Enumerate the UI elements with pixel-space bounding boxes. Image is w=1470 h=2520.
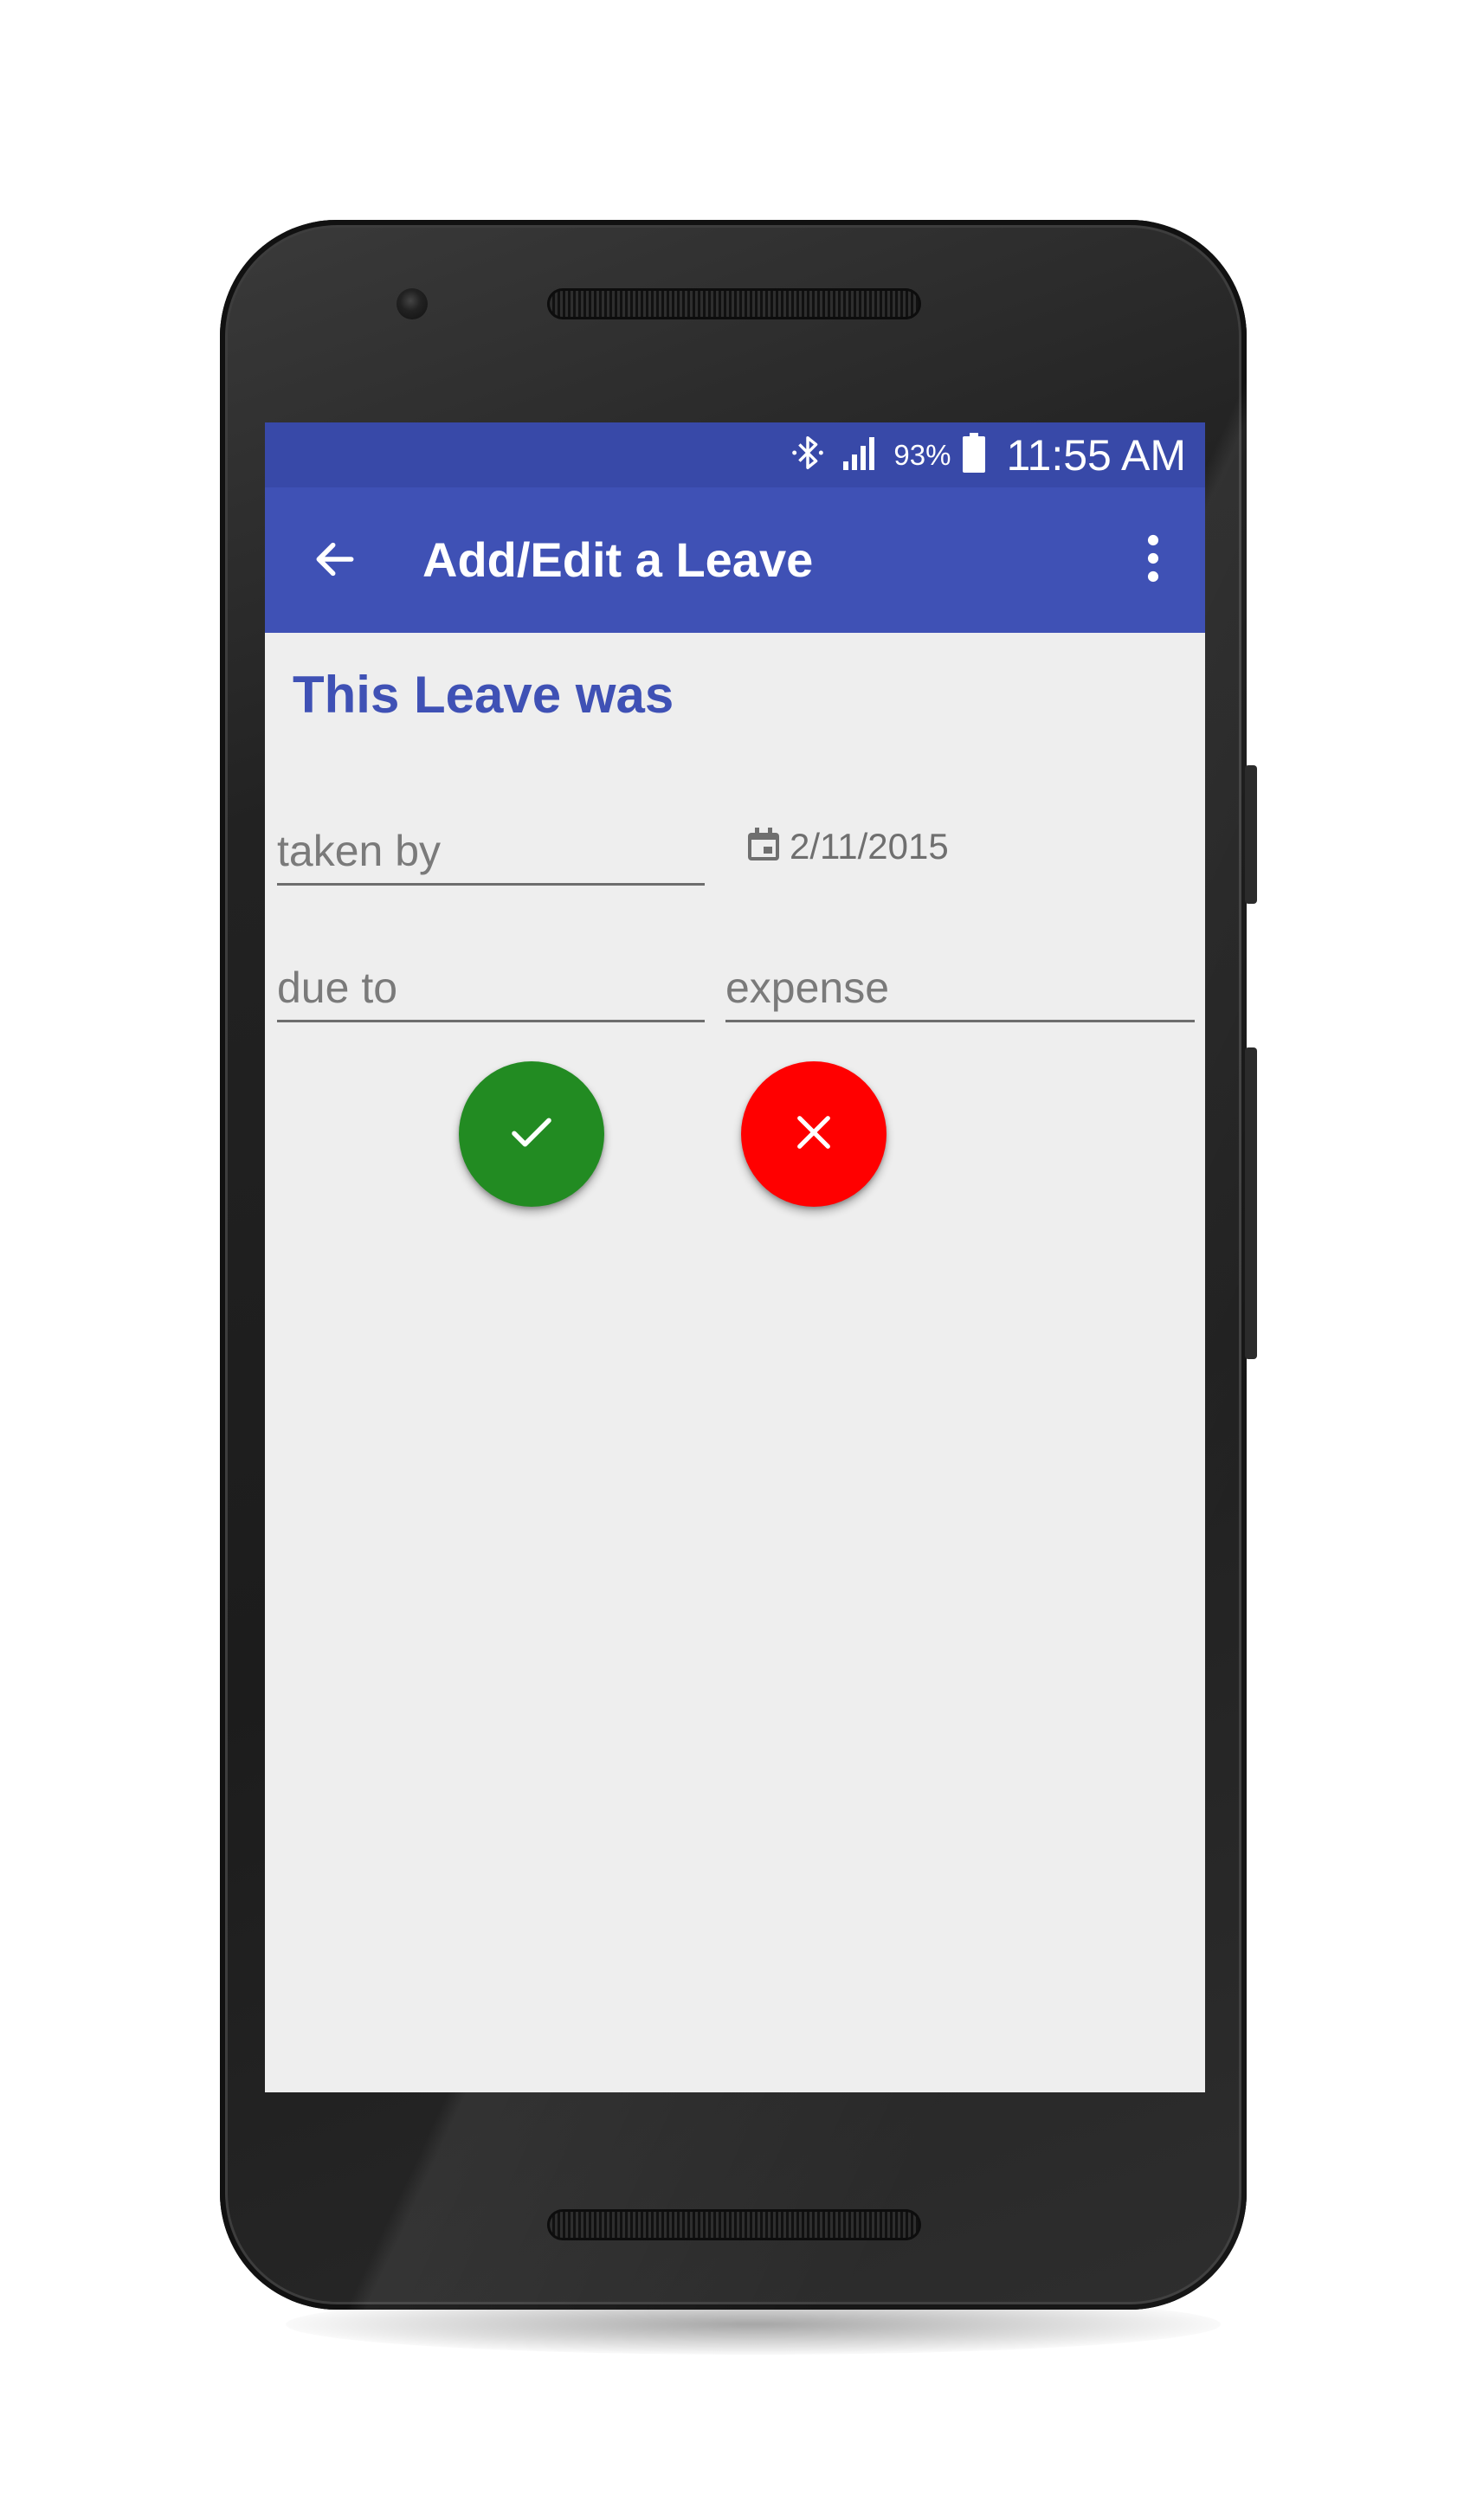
expense-input[interactable]: expense xyxy=(725,963,889,1013)
more-vert-icon xyxy=(1146,534,1160,587)
arrow-back-icon xyxy=(311,535,359,588)
cancel-button[interactable] xyxy=(741,1061,887,1207)
form-heading: This Leave was xyxy=(293,666,674,724)
status-icons: 93% 11:55 AM xyxy=(788,422,1186,487)
bottom-speaker xyxy=(547,2209,921,2240)
app-bar: Add/Edit a Leave xyxy=(265,487,1205,633)
front-camera xyxy=(397,288,428,319)
date-value: 2/11/2015 xyxy=(790,826,949,867)
status-time: 11:55 AM xyxy=(1006,430,1186,480)
taken-by-field[interactable]: taken by xyxy=(277,803,705,886)
status-bar: 93% 11:55 AM xyxy=(265,422,1205,487)
bluetooth-icon xyxy=(788,433,828,477)
confirm-button[interactable] xyxy=(459,1061,604,1207)
check-icon xyxy=(506,1106,558,1163)
back-button[interactable] xyxy=(305,531,365,591)
battery-icon xyxy=(963,433,986,477)
close-icon xyxy=(790,1108,838,1161)
calendar-icon xyxy=(743,824,784,870)
volume-button xyxy=(1245,1047,1257,1359)
top-speaker xyxy=(547,288,921,319)
overflow-menu-button[interactable] xyxy=(1136,534,1170,586)
expense-field[interactable]: expense xyxy=(725,940,1195,1022)
phone-screen: 93% 11:55 AM Add/Edit a Leave This Leave… xyxy=(265,422,1205,2092)
due-to-input[interactable]: due to xyxy=(277,963,397,1013)
app-bar-title: Add/Edit a Leave xyxy=(422,532,814,587)
battery-percent: 93% xyxy=(893,438,951,471)
power-button xyxy=(1245,765,1257,904)
due-to-field[interactable]: due to xyxy=(277,940,705,1022)
taken-by-input[interactable]: taken by xyxy=(277,826,441,876)
device-mockup: 93% 11:55 AM Add/Edit a Leave This Leave… xyxy=(0,0,1470,2520)
date-picker[interactable]: 2/11/2015 xyxy=(743,821,949,873)
signal-icon xyxy=(840,434,881,476)
